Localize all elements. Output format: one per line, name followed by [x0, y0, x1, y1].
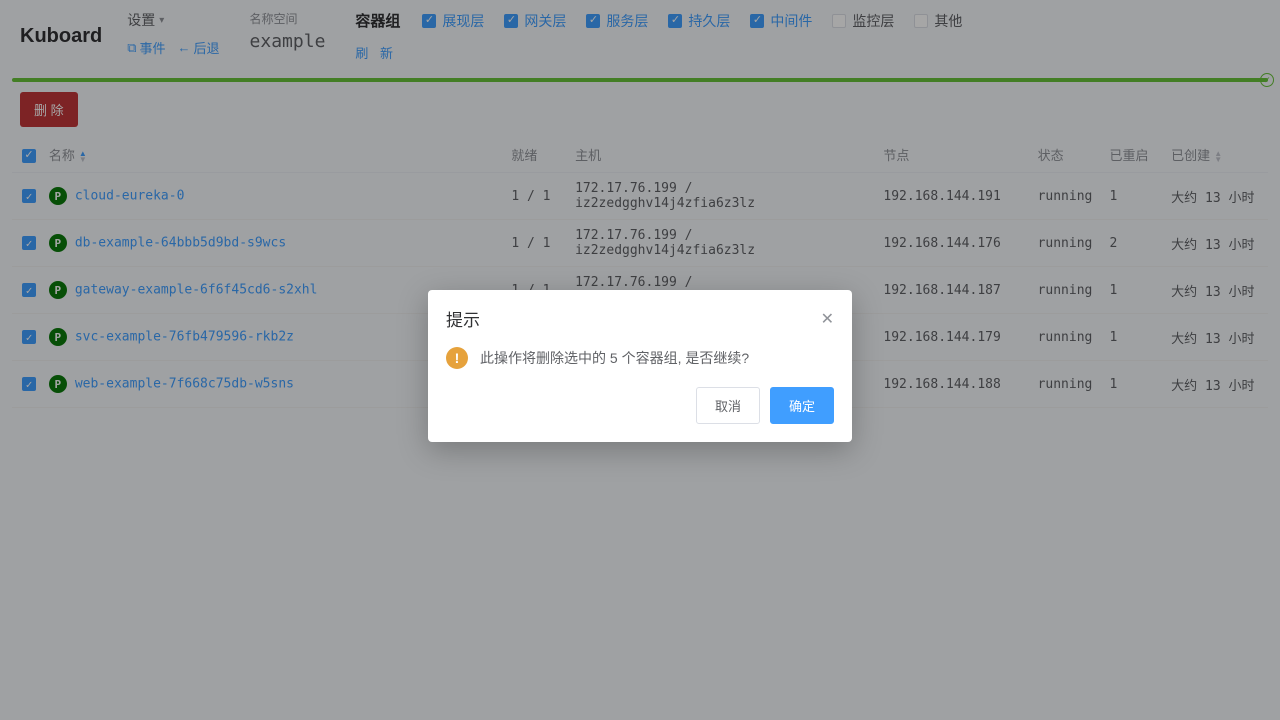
- close-icon[interactable]: ✕: [821, 309, 834, 329]
- cancel-button[interactable]: 取消: [696, 387, 760, 424]
- dialog-title: 提示: [446, 306, 480, 331]
- dialog-message: 此操作将删除选中的 5 个容器组, 是否继续?: [480, 348, 749, 368]
- confirm-dialog: 提示 ✕ ! 此操作将删除选中的 5 个容器组, 是否继续? 取消 确定: [428, 290, 852, 442]
- confirm-button[interactable]: 确定: [770, 387, 834, 424]
- warning-icon: !: [446, 347, 468, 369]
